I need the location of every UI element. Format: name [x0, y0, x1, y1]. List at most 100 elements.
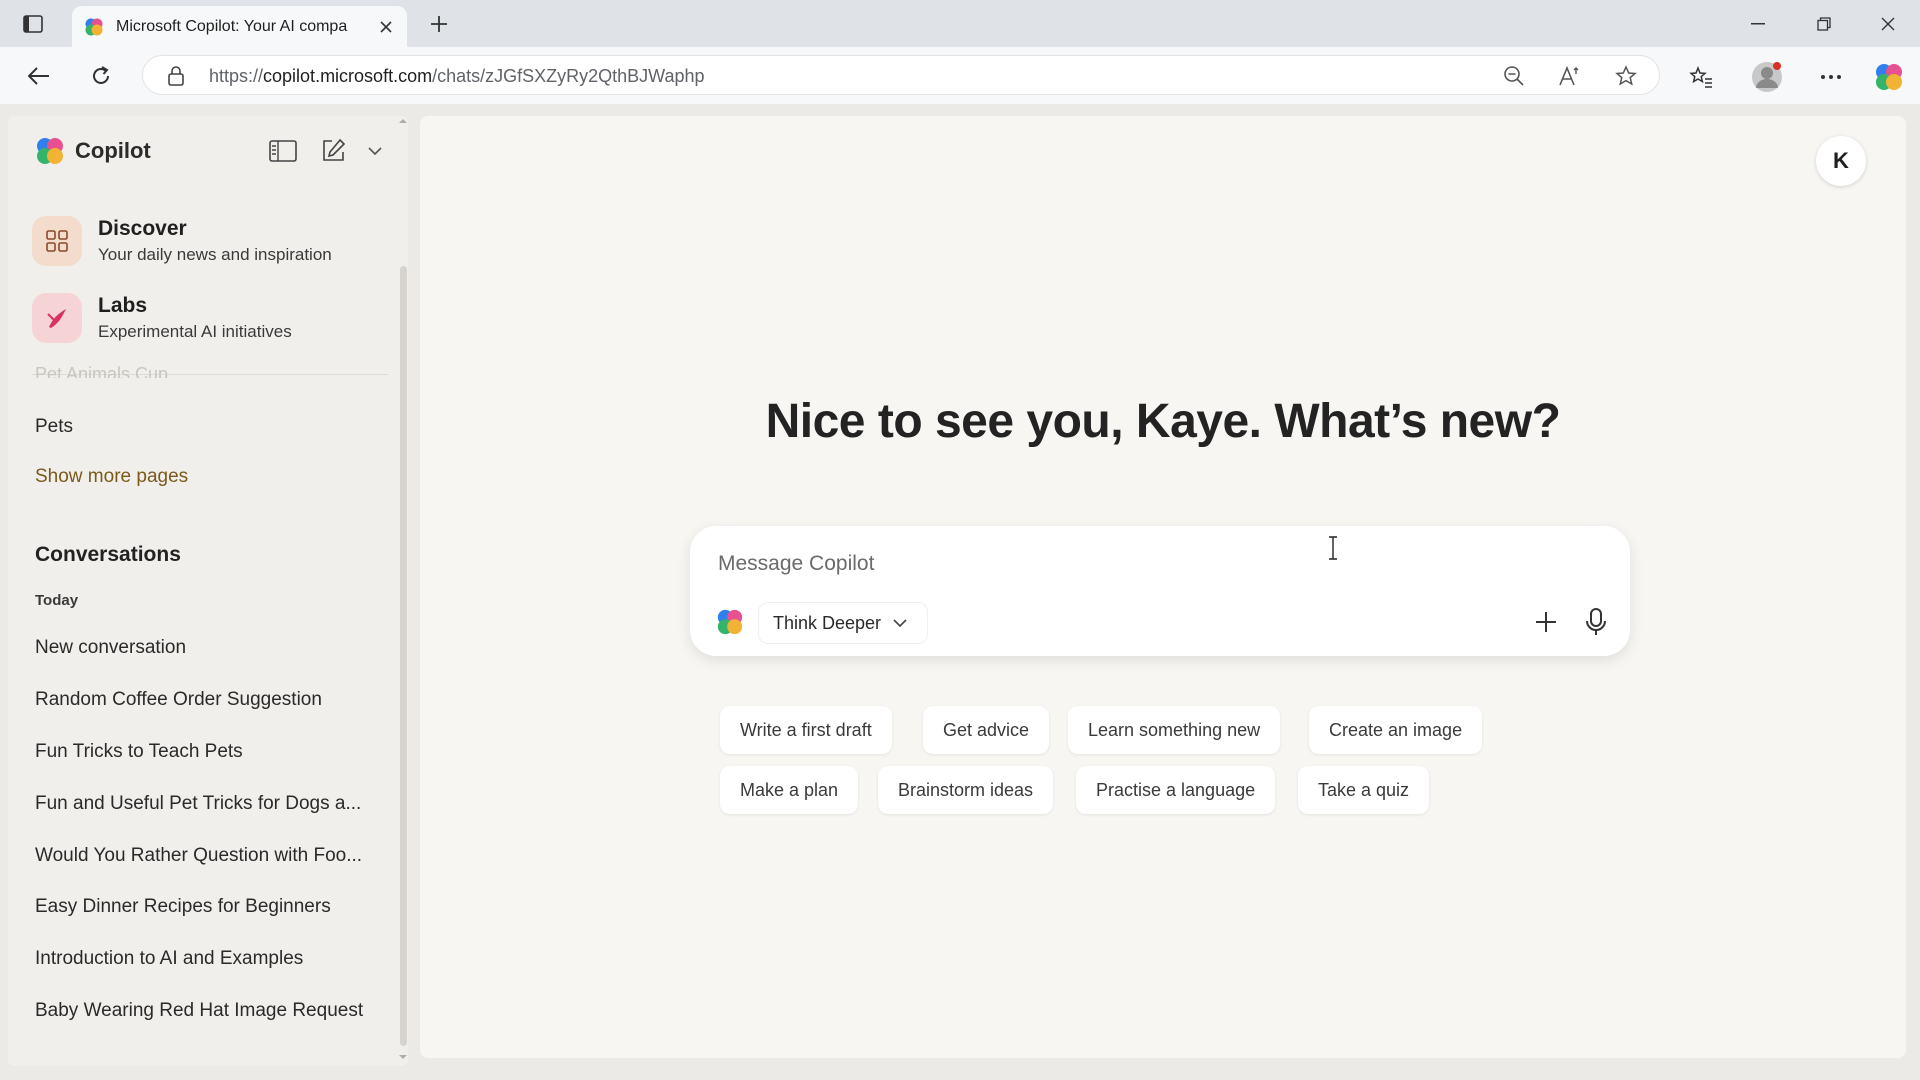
close-icon: [380, 21, 392, 33]
page: Copilot Discover Your daily news and ins…: [0, 104, 1920, 1080]
more-horizontal-icon: [1821, 75, 1841, 79]
new-tab-button[interactable]: [424, 10, 454, 38]
favorites-button[interactable]: [1684, 60, 1718, 94]
discover-title: Discover: [98, 217, 187, 240]
sidebar-item-discover[interactable]: Discover Your daily news and inspiration: [32, 216, 332, 266]
conversation-item[interactable]: Easy Dinner Recipes for Beginners: [35, 896, 331, 918]
url-text: https://copilot.microsoft.com/chats/zJGf…: [209, 66, 705, 87]
grid-icon: [46, 230, 68, 252]
lock-icon: [168, 66, 184, 86]
sidebar-item-labs[interactable]: Labs Experimental AI initiatives: [32, 293, 292, 343]
favorites-icon: [1689, 66, 1712, 88]
conversation-item[interactable]: Baby Wearing Red Hat Image Request: [35, 1000, 363, 1022]
tab-actions-icon: [23, 15, 43, 33]
labs-icon: [47, 309, 66, 328]
copilot-logo-icon: [1876, 64, 1902, 90]
new-chat-button[interactable]: [316, 134, 350, 168]
settings-more-button[interactable]: [1814, 60, 1848, 94]
conversation-item[interactable]: Would You Rather Question with Foo...: [35, 845, 362, 867]
refresh-button[interactable]: [84, 59, 118, 93]
show-more-pages-link[interactable]: Show more pages: [35, 466, 188, 488]
suggestion-chip[interactable]: Make a plan: [720, 766, 859, 814]
discover-subtitle: Your daily news and inspiration: [98, 245, 332, 264]
main-panel: K Nice to see you, Kaye. What’s new? Thi…: [420, 116, 1906, 1058]
message-composer: Think Deeper: [690, 526, 1630, 656]
close-icon: [1881, 17, 1895, 31]
chevron-down-icon: [893, 619, 907, 627]
copilot-logo-icon: [37, 138, 63, 164]
chevron-down-icon: [368, 147, 382, 155]
profile-button[interactable]: [1750, 60, 1784, 94]
sidebar-panel-icon: [269, 140, 297, 162]
read-aloud-icon: [1559, 65, 1579, 86]
scroll-up-icon[interactable]: [398, 118, 408, 124]
conversation-item[interactable]: Fun Tricks to Teach Pets: [35, 741, 243, 763]
copilot-logo-icon: [717, 609, 743, 635]
text-cursor-icon: [1329, 536, 1337, 560]
minimize-icon: [1751, 23, 1765, 25]
compose-icon: [323, 138, 346, 161]
suggestion-chip[interactable]: Create an image: [1309, 706, 1483, 754]
address-bar[interactable]: https://copilot.microsoft.com/chats/zJGf…: [142, 55, 1660, 95]
suggestion-chip[interactable]: Take a quiz: [1298, 766, 1430, 814]
copilot-sidebar-button[interactable]: [1872, 60, 1906, 94]
url-path: /chats/zJGfSXZyRy2QthBJWaphp: [432, 66, 705, 86]
conversation-item[interactable]: Random Coffee Order Suggestion: [35, 689, 322, 711]
microphone-icon: [1586, 608, 1606, 635]
mode-selector-button[interactable]: Think Deeper: [758, 602, 929, 644]
tab-title: Microsoft Copilot: Your AI compa: [116, 17, 348, 35]
suggestion-chip[interactable]: Write a first draft: [720, 706, 892, 754]
sidebar-page-item-faded[interactable]: Pet Animals Cup: [35, 364, 168, 378]
today-label: Today: [35, 592, 79, 609]
browser-tab-strip: Microsoft Copilot: Your AI compa: [0, 0, 1920, 47]
restore-icon: [1817, 17, 1831, 31]
labs-badge: [32, 293, 82, 343]
tab-close-button[interactable]: [375, 16, 397, 38]
conversation-item[interactable]: New conversation: [35, 637, 186, 659]
zoom-out-icon: [1504, 66, 1524, 86]
new-chat-options-button[interactable]: [358, 134, 392, 168]
back-button[interactable]: [22, 59, 56, 93]
restore-button[interactable]: [1804, 8, 1844, 40]
user-avatar-button[interactable]: K: [1816, 136, 1866, 186]
sidebar: Copilot Discover Your daily news and ins…: [8, 116, 408, 1066]
favorite-button[interactable]: [1613, 63, 1639, 89]
suggestion-chip[interactable]: Learn something new: [1068, 706, 1281, 754]
minimize-button[interactable]: [1738, 8, 1778, 40]
profile-avatar-icon: [1752, 62, 1782, 92]
tab-actions-button[interactable]: [18, 10, 48, 38]
suggestion-chip[interactable]: Get advice: [923, 706, 1050, 754]
brand[interactable]: Copilot: [35, 136, 151, 166]
greeting-heading: Nice to see you, Kaye. What’s new?: [765, 395, 1561, 448]
arrow-left-icon: [28, 67, 49, 85]
plus-icon: [1536, 612, 1556, 632]
refresh-icon: [93, 66, 109, 84]
sidebar-page-pets[interactable]: Pets: [35, 416, 73, 438]
suggestion-chip[interactable]: Practise a language: [1076, 766, 1276, 814]
suggestion-chip[interactable]: Brainstorm ideas: [878, 766, 1054, 814]
plus-icon: [431, 16, 447, 32]
read-aloud-button[interactable]: [1557, 63, 1583, 89]
url-host: copilot.microsoft.com: [263, 66, 433, 86]
sidebar-scrollbar[interactable]: [400, 266, 407, 1046]
attach-button[interactable]: [1526, 602, 1566, 642]
conversations-heading: Conversations: [35, 543, 181, 566]
browser-toolbar: https://copilot.microsoft.com/chats/zJGf…: [0, 47, 1920, 105]
toggle-sidebar-button[interactable]: [266, 134, 300, 168]
browser-tab-active[interactable]: Microsoft Copilot: Your AI compa: [72, 6, 407, 47]
conversation-item[interactable]: Introduction to AI and Examples: [35, 948, 303, 970]
labs-title: Labs: [98, 294, 148, 317]
window-close-button[interactable]: [1868, 8, 1908, 40]
scroll-down-icon[interactable]: [398, 1054, 408, 1060]
url-scheme: https://: [209, 66, 264, 86]
mode-label: Think Deeper: [773, 612, 882, 633]
microphone-button[interactable]: [1576, 602, 1616, 642]
brand-name: Copilot: [75, 138, 151, 163]
conversation-item[interactable]: Fun and Useful Pet Tricks for Dogs a...: [35, 793, 361, 815]
labs-subtitle: Experimental AI initiatives: [98, 322, 292, 341]
star-icon: [1615, 65, 1637, 86]
discover-badge: [32, 216, 82, 266]
copilot-favicon-icon: [85, 18, 103, 35]
zoom-button[interactable]: [1501, 63, 1527, 89]
message-input[interactable]: [716, 548, 1580, 580]
